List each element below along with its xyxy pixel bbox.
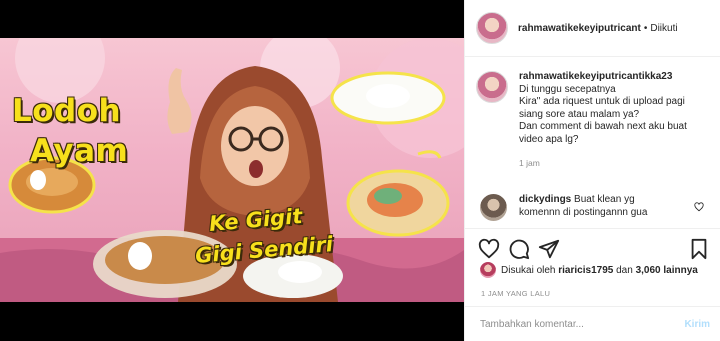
- bookmark-icon[interactable]: [688, 238, 710, 260]
- comment-item: dickydings Buat klean yg komennn di post…: [476, 194, 716, 221]
- liker-avatar[interactable]: [480, 262, 496, 278]
- heart-icon[interactable]: [478, 238, 500, 260]
- caption-author-avatar[interactable]: [476, 71, 508, 103]
- post-header: rahmawatikekeyiputricant • Diikuti: [465, 0, 720, 57]
- post-side-panel: rahmawatikekeyiputricant • Diikuti rahma…: [464, 0, 720, 341]
- letterbox-top: [0, 0, 464, 38]
- video-thumbnail: Lodoh Ayam Ke Gigit Gigi Sendiri: [0, 38, 464, 302]
- instagram-post: Lodoh Ayam Ke Gigit Gigi Sendiri rahmawa…: [0, 0, 720, 341]
- caption-username[interactable]: rahmawatikekeyiputricantikka23: [519, 71, 709, 84]
- comment-body: dickydings Buat klean yg komennn di post…: [519, 194, 687, 221]
- comments-section: rahmawatikekeyiputricantikka23 Di tunggu…: [465, 57, 720, 228]
- add-comment-bar: Kirim: [465, 306, 720, 341]
- post-timestamp[interactable]: 1 JAM YANG LALU: [481, 289, 550, 298]
- header-separator: •: [643, 22, 648, 34]
- comment-like-heart-icon[interactable]: [694, 202, 704, 212]
- letterbox-bottom: [0, 302, 464, 341]
- caption-line: Di tunggu secepatnya: [519, 83, 616, 95]
- post-media[interactable]: Lodoh Ayam Ke Gigit Gigi Sendiri: [0, 0, 464, 341]
- caption-line: video apa lg?: [519, 133, 579, 145]
- caption-line: Kira" ada riquest untuk di upload pagi: [519, 96, 685, 107]
- thumbnail-title-line2: Ayam: [30, 133, 129, 169]
- likes-count[interactable]: 3,060 lainnya: [636, 265, 698, 276]
- thumbnail-title-line1: Lodoh: [12, 93, 122, 129]
- author-username[interactable]: rahmawatikekeyiputricant: [518, 23, 641, 34]
- caption-line: Dan comment di bawah next aku buat: [519, 121, 687, 132]
- commenter-avatar[interactable]: [480, 194, 507, 221]
- commenter-username[interactable]: dickydings: [519, 194, 571, 205]
- following-button[interactable]: Diikuti: [650, 23, 677, 34]
- likes-prefix: Disukai oleh: [501, 264, 556, 276]
- caption-line: siang sore atau malam ya?: [519, 108, 640, 120]
- caption-body: rahmawatikekeyiputricantikka23 Di tunggu…: [519, 71, 709, 170]
- caption-timestamp[interactable]: 1 jam: [519, 157, 709, 170]
- share-icon[interactable]: [538, 238, 560, 260]
- liker-username[interactable]: riaricis1795: [558, 265, 613, 276]
- post-caption: rahmawatikekeyiputricantikka23 Di tunggu…: [476, 71, 709, 170]
- comment-icon[interactable]: [508, 238, 530, 260]
- author-avatar[interactable]: [476, 12, 508, 44]
- comment-input[interactable]: [480, 318, 685, 330]
- post-comment-button[interactable]: Kirim: [684, 319, 710, 330]
- likes-summary: Disukai oleh riaricis1795 dan 3,060 lain…: [480, 262, 698, 278]
- comment-text-line2: komennn di postingannn gua: [519, 206, 648, 218]
- comment-text-line1: Buat klean yg: [574, 194, 635, 205]
- likes-joiner: dan: [616, 264, 633, 276]
